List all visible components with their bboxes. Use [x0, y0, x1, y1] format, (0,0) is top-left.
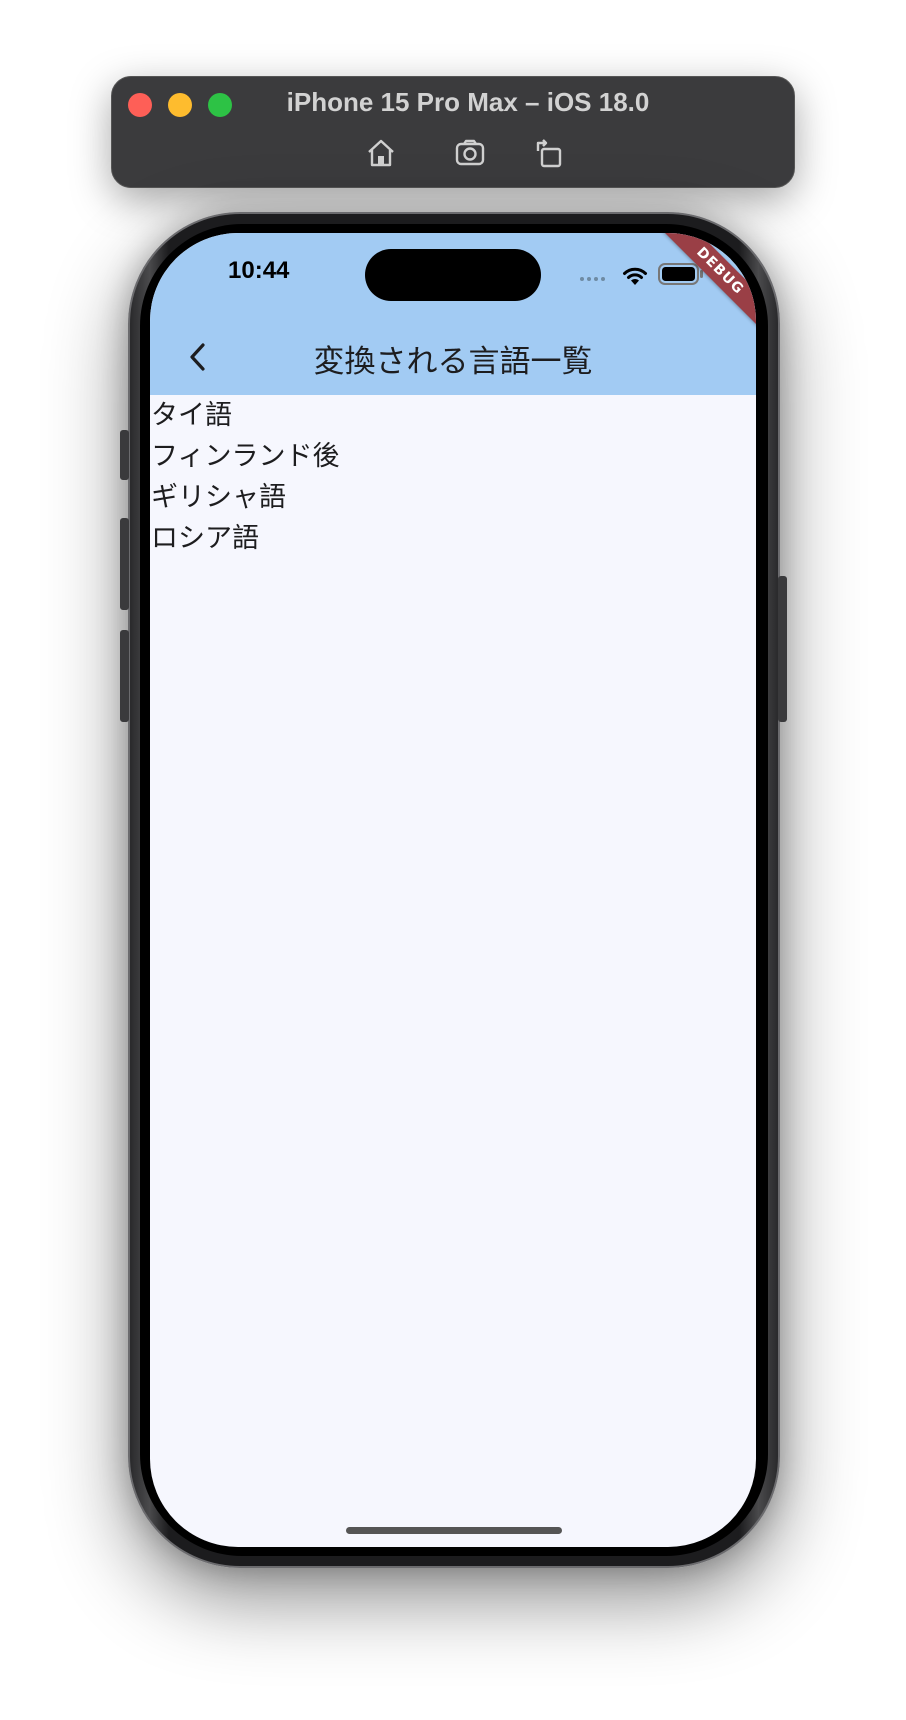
- volume-down-button: [120, 630, 129, 722]
- wifi-icon: [623, 267, 647, 285]
- list-item: フィンランド後: [151, 441, 340, 472]
- simulator-toolbar: iPhone 15 Pro Max – iOS 18.0: [111, 76, 795, 188]
- app-bar: 10:44 DEBUG 変換される言語一覧: [150, 233, 756, 395]
- power-button: [778, 576, 787, 722]
- home-indicator[interactable]: [346, 1527, 562, 1534]
- action-button: [120, 430, 129, 480]
- status-time: 10:44: [228, 257, 290, 284]
- simulator-title: iPhone 15 Pro Max – iOS 18.0: [286, 87, 650, 117]
- cellular-signal-icon: [580, 277, 605, 281]
- home-icon: [368, 139, 394, 167]
- language-list: タイ語 フィンランド後 ギリシャ語 ロシア語: [150, 395, 756, 559]
- page-title: 変換される言語一覧: [313, 344, 593, 380]
- home-button[interactable]: [359, 133, 403, 173]
- list-item: ギリシャ語: [151, 482, 286, 513]
- list-item: タイ語: [151, 400, 232, 431]
- list-item: ロシア語: [151, 523, 259, 554]
- stage: iPhone 15 Pro Max – iOS 18.0 10:44 DEBUG…: [0, 0, 906, 1720]
- rotate-icon: [536, 139, 562, 168]
- volume-up-button: [120, 518, 129, 610]
- phone-screen: 10:44 DEBUG 変換される言語一覧 タイ語 フィンランド後 ギリシャ語 …: [150, 233, 756, 1547]
- rotate-button[interactable]: [527, 133, 571, 173]
- screenshot-button[interactable]: [448, 133, 492, 173]
- battery-icon: [658, 263, 703, 285]
- dynamic-island: [365, 249, 541, 301]
- screenshot-icon: [455, 139, 485, 166]
